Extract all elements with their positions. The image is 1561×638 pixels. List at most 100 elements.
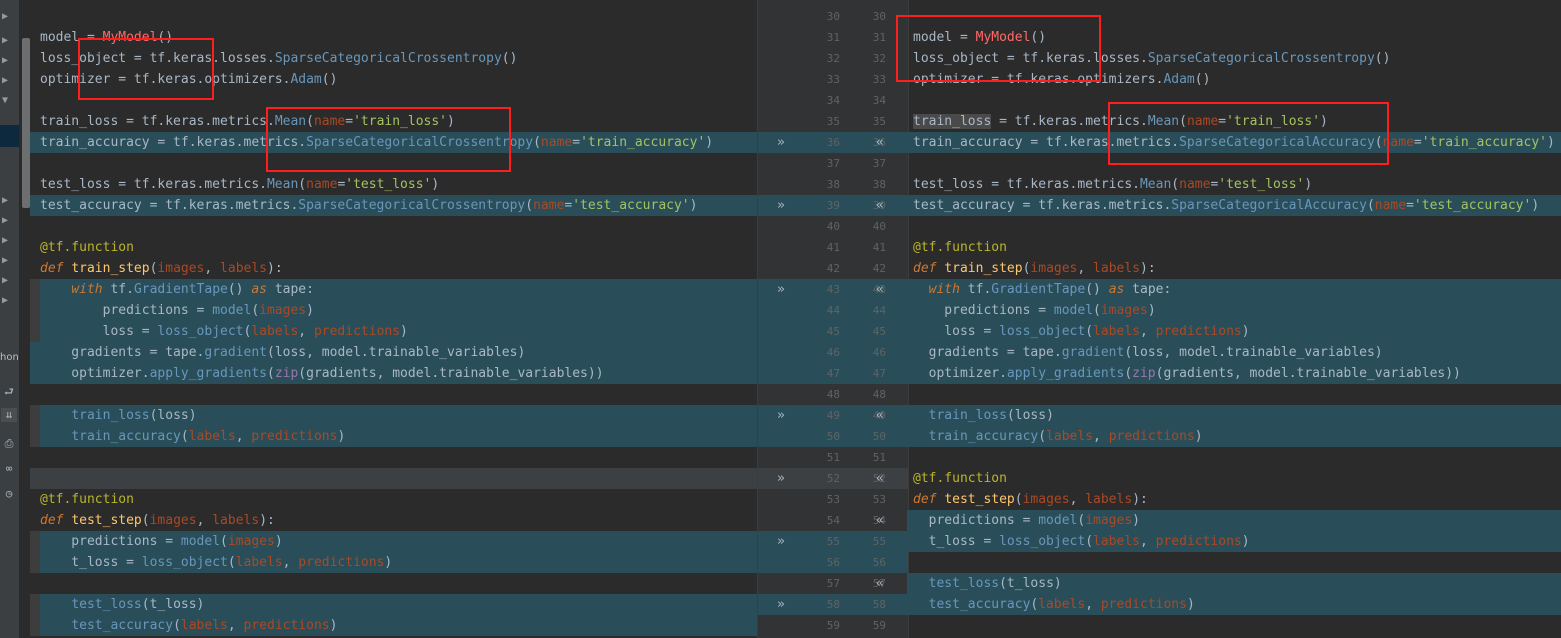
code-line[interactable]: loss = loss_object(labels, predictions) (30, 321, 757, 342)
code-token: optimizer = tf.keras.optimizers. (40, 72, 291, 87)
code-line[interactable]: t_loss = loss_object(labels, predictions… (907, 531, 1561, 552)
code-line[interactable]: loss_object = tf.keras.losses.SparseCate… (30, 48, 757, 69)
code-token: labels (188, 429, 236, 444)
expand-arrow-icon[interactable]: ▶ (2, 256, 8, 266)
line-number-right: 50 (872, 430, 886, 443)
code-line[interactable]: train_accuracy(labels, predictions) (907, 426, 1561, 447)
expand-arrow-icon[interactable]: ▶ (2, 236, 8, 246)
left-editor-pane[interactable]: model = MyModel() loss_object = tf.keras.… (30, 0, 757, 638)
code-line[interactable]: optimizer = tf.keras.optimizers.Adam() (30, 69, 757, 90)
code-line[interactable]: test_loss(t_loss) (907, 573, 1561, 594)
code-token: images (1022, 492, 1070, 507)
code-line[interactable]: model = MyModel() (907, 27, 1561, 48)
code-line[interactable]: test_loss(t_loss) (30, 594, 757, 615)
apply-change-left-icon[interactable]: « (876, 510, 884, 531)
code-line[interactable]: gradients = tape.gradient(loss, model.tr… (30, 342, 757, 363)
scroll-to-end-icon[interactable]: ⇊ (1, 408, 17, 422)
code-line[interactable]: predictions = model(images) (907, 300, 1561, 321)
code-line[interactable]: test_accuracy = tf.keras.metrics.SparseC… (30, 195, 757, 216)
line-number-left: 31 (826, 31, 840, 44)
code-token: () (321, 72, 338, 87)
collapse-arrow-icon[interactable]: ▼ (2, 96, 8, 106)
code-line[interactable]: test_loss = tf.keras.metrics.Mean(name='… (907, 174, 1561, 195)
code-token: 'train_loss' (1226, 114, 1321, 129)
code-token: name (313, 114, 346, 129)
glasses-icon[interactable]: ∞ (1, 462, 17, 476)
line-number-left: 53 (826, 493, 840, 506)
code-line[interactable]: with tf.GradientTape() as tape: (907, 279, 1561, 300)
expand-arrow-icon[interactable]: ▶ (2, 216, 8, 226)
code-line[interactable]: train_accuracy = tf.keras.metrics.Sparse… (907, 132, 1561, 153)
code-line[interactable]: train_loss(loss) (907, 405, 1561, 426)
code-line[interactable]: predictions = model(images) (30, 531, 757, 552)
code-line[interactable]: test_accuracy(labels, predictions) (907, 594, 1561, 615)
apply-change-left-icon[interactable]: « (876, 132, 884, 153)
apply-change-left-icon[interactable]: « (876, 573, 884, 594)
code-line[interactable]: train_loss(loss) (30, 405, 757, 426)
code-token: ( (251, 303, 260, 318)
code-line[interactable]: train_accuracy = tf.keras.metrics.Sparse… (30, 132, 757, 153)
code-line[interactable]: @tf.function (30, 489, 757, 510)
code-line[interactable]: def train_step(images, labels): (30, 258, 757, 279)
print-icon[interactable]: ⎙ (1, 437, 17, 451)
code-line[interactable]: optimizer.apply_gradients(zip(gradients,… (30, 363, 757, 384)
code-token: ): (1132, 492, 1148, 507)
line-number-right: 31 (872, 31, 886, 44)
apply-change-right-icon[interactable]: » (777, 468, 785, 489)
code-token: ): (259, 513, 275, 528)
code-line[interactable]: test_accuracy(labels, predictions) (30, 615, 757, 636)
history-icon[interactable]: ◷ (1, 487, 17, 501)
right-editor-pane[interactable]: model = MyModel() loss_object = tf.keras.… (907, 0, 1561, 638)
apply-change-right-icon[interactable]: » (777, 594, 785, 615)
expand-arrow-icon[interactable]: ▶ (2, 196, 8, 206)
apply-change-right-icon[interactable]: » (777, 132, 785, 153)
code-line[interactable]: def train_step(images, labels): (907, 258, 1561, 279)
code-line[interactable]: loss = loss_object(labels, predictions) (907, 321, 1561, 342)
code-line[interactable]: model = MyModel() (30, 27, 757, 48)
apply-change-left-icon[interactable]: « (876, 279, 884, 300)
apply-change-left-icon[interactable]: « (876, 405, 884, 426)
apply-change-left-icon[interactable]: « (876, 195, 884, 216)
code-line[interactable]: gradients = tape.gradient(loss, model.tr… (907, 342, 1561, 363)
gutter-row: 37 37 (758, 153, 908, 174)
line-number-right: 45 (872, 325, 886, 338)
expand-arrow-icon[interactable]: ▶ (2, 276, 8, 286)
apply-change-right-icon[interactable]: » (777, 531, 785, 552)
code-token: GradientTape (133, 282, 228, 297)
code-line[interactable]: @tf.function (30, 237, 757, 258)
apply-change-right-icon[interactable]: » (777, 279, 785, 300)
gutter-row: 44 44 (758, 300, 908, 321)
apply-change-right-icon[interactable]: » (777, 405, 785, 426)
code-line[interactable]: predictions = model(images) (30, 300, 757, 321)
code-line[interactable]: train_accuracy(labels, predictions) (30, 426, 757, 447)
code-token: ( (525, 198, 534, 213)
expand-arrow-icon[interactable]: ▶ (2, 36, 8, 46)
code-line[interactable]: with tf.GradientTape() as tape: (30, 279, 757, 300)
code-line[interactable]: train_loss = tf.keras.metrics.Mean(name=… (907, 111, 1561, 132)
code-line[interactable]: def test_step(images, labels): (30, 510, 757, 531)
apply-change-left-icon[interactable]: « (876, 468, 884, 489)
code-line[interactable]: t_loss = loss_object(labels, predictions… (30, 552, 757, 573)
line-number-left: 48 (826, 388, 840, 401)
gutter-row: 51 51 (758, 447, 908, 468)
expand-arrow-icon[interactable]: ▶ (2, 76, 8, 86)
code-token: labels (1093, 261, 1141, 276)
expand-arrow-icon[interactable]: ▶ (2, 56, 8, 66)
code-line[interactable]: def test_step(images, labels): (907, 489, 1561, 510)
soft-wrap-icon[interactable]: ⮐ (1, 385, 17, 399)
expand-arrow-icon[interactable]: ▶ (2, 296, 8, 306)
code-token: ( (1014, 492, 1023, 507)
code-line[interactable]: @tf.function (907, 468, 1561, 489)
code-line[interactable]: optimizer.apply_gradients(zip(gradients,… (907, 363, 1561, 384)
code-line[interactable]: test_accuracy = tf.keras.metrics.SparseC… (907, 195, 1561, 216)
code-line[interactable]: test_loss = tf.keras.metrics.Mean(name='… (30, 174, 757, 195)
apply-change-right-icon[interactable]: » (777, 195, 785, 216)
code-line[interactable]: loss_object = tf.keras.losses.SparseCate… (907, 48, 1561, 69)
code-line[interactable]: predictions = model(images) (907, 510, 1561, 531)
code-line[interactable]: @tf.function (907, 237, 1561, 258)
vertical-scrollbar[interactable] (22, 38, 30, 208)
code-line[interactable]: train_loss = tf.keras.metrics.Mean(name=… (30, 111, 757, 132)
expand-arrow-icon[interactable]: ▶ (2, 12, 8, 22)
code-line[interactable]: optimizer = tf.keras.optimizers.Adam() (907, 69, 1561, 90)
